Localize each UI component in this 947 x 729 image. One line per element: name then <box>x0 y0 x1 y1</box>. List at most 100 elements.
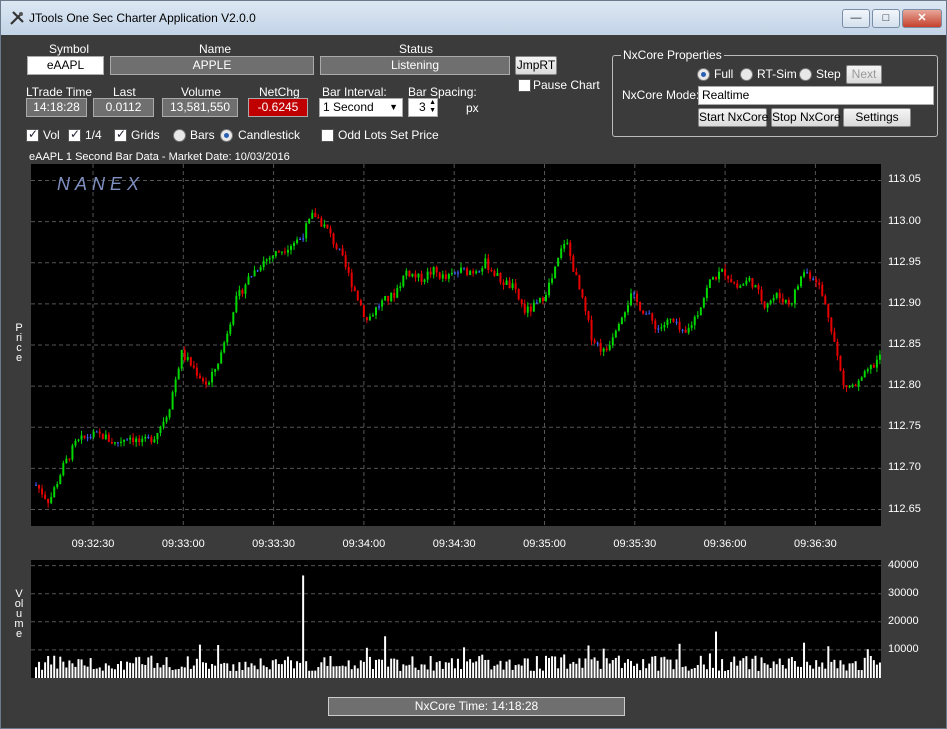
volume-bar <box>95 668 98 678</box>
bars-radio[interactable] <box>173 129 186 142</box>
candle-body <box>223 342 226 353</box>
time-tick-label: 09:35:00 <box>523 538 566 550</box>
step-radio[interactable] <box>799 68 812 81</box>
full-radio[interactable] <box>697 68 710 81</box>
symbol-input[interactable]: eAAPL <box>27 56 104 75</box>
volume-bar <box>308 670 311 678</box>
candlestick-radio[interactable] <box>220 129 233 142</box>
candle-body <box>645 313 648 315</box>
volume-bar <box>806 661 809 678</box>
quarter-checkbox[interactable] <box>68 127 81 142</box>
candle-body <box>396 287 399 298</box>
maximize-button[interactable]: □ <box>872 9 900 28</box>
grids-checkbox[interactable] <box>114 127 127 142</box>
candle-body <box>715 277 717 280</box>
volume-bar <box>745 656 748 678</box>
candle-body <box>441 274 444 279</box>
volume-bar <box>633 665 636 678</box>
candle-body <box>256 270 259 272</box>
volume-tick-label: 30000 <box>888 586 919 599</box>
volume-bar <box>280 664 283 678</box>
volume-bar <box>399 670 402 678</box>
volume-axis-label: Volume <box>14 588 24 640</box>
volume-bar <box>426 669 429 678</box>
candle-body <box>657 328 660 330</box>
candle-body <box>402 275 405 287</box>
volume-bar <box>411 656 414 678</box>
volume-bar <box>754 655 757 678</box>
rtsim-radio[interactable] <box>740 68 753 81</box>
jmprt-button[interactable]: JmpRT <box>515 56 557 75</box>
candle-body <box>833 331 836 342</box>
pause-chart-checkbox[interactable] <box>518 79 531 92</box>
stop-nxcore-button[interactable]: Stop NxCore <box>771 108 841 127</box>
candle-body <box>226 333 229 343</box>
volume-bar <box>332 666 335 678</box>
candle-body <box>165 417 168 422</box>
vol-checkbox[interactable] <box>26 127 39 142</box>
price-tick-label: 112.80 <box>888 379 921 392</box>
volume-bar <box>472 662 475 678</box>
candle-body <box>262 260 265 268</box>
candle-body <box>736 283 739 288</box>
price-chart[interactable]: NANEX <box>31 164 881 526</box>
volume-bar <box>62 661 65 678</box>
candle-body <box>681 329 684 331</box>
candle-body <box>107 434 110 442</box>
volume-bar <box>408 664 411 678</box>
volume-bar <box>711 667 714 678</box>
time-tick-label: 09:32:30 <box>71 538 115 550</box>
candle-body <box>344 255 347 268</box>
volume-bar <box>824 668 827 678</box>
minimize-button[interactable]: — <box>842 9 870 28</box>
candle-body <box>669 318 672 320</box>
volume-bar <box>809 665 812 678</box>
close-button[interactable]: ✕ <box>902 9 942 28</box>
volume-bar <box>529 670 532 678</box>
bar-spacing-stepper[interactable]: 3 ▲ ▼ <box>408 98 438 117</box>
volume-bar <box>469 659 472 678</box>
candle-body <box>274 251 277 257</box>
volume-bar <box>138 656 141 678</box>
candle-body <box>623 312 626 318</box>
candle-body <box>95 431 98 433</box>
volume-bar <box>450 658 453 678</box>
volume-bar <box>672 669 675 678</box>
candle-body <box>608 345 611 351</box>
candle-body <box>71 445 74 460</box>
price-axis-label: Price <box>15 322 23 364</box>
next-button[interactable]: Next <box>846 65 882 84</box>
volume-bar <box>59 656 62 678</box>
volume-bar <box>578 658 581 678</box>
candle-body <box>387 296 390 302</box>
volume-bar <box>642 659 645 678</box>
window-title: JTools One Sec Charter Application V2.0.… <box>29 11 256 25</box>
volume-bar <box>92 669 95 678</box>
volume-bar <box>110 668 113 678</box>
bar-interval-label: Bar Interval: <box>322 85 387 99</box>
volume-bar <box>317 667 320 678</box>
volume-bar <box>244 661 247 678</box>
nxcore-mode-field[interactable]: Realtime <box>698 86 934 105</box>
volume-bar <box>475 661 478 678</box>
candle-body <box>250 276 253 278</box>
settings-button[interactable]: Settings <box>843 108 911 127</box>
candle-body <box>147 436 150 438</box>
volume-bar <box>375 659 377 678</box>
volume-bar <box>608 663 611 678</box>
volume-bar <box>371 669 374 678</box>
candle-body <box>803 272 806 277</box>
candle-body <box>174 379 177 393</box>
candle-body <box>68 458 71 460</box>
volume-bar <box>101 670 104 678</box>
start-nxcore-button[interactable]: Start NxCore <box>698 108 768 127</box>
candle-body <box>693 316 696 326</box>
bar-interval-select[interactable]: 1 Second ▼ <box>319 98 403 117</box>
volume-bar <box>481 654 484 678</box>
volume-bar <box>123 669 126 678</box>
odd-lots-checkbox[interactable] <box>321 129 334 142</box>
volume-chart[interactable] <box>31 560 881 678</box>
candle-body <box>730 279 733 283</box>
volume-bar <box>129 662 132 678</box>
price-tick-label: 112.65 <box>888 502 921 515</box>
